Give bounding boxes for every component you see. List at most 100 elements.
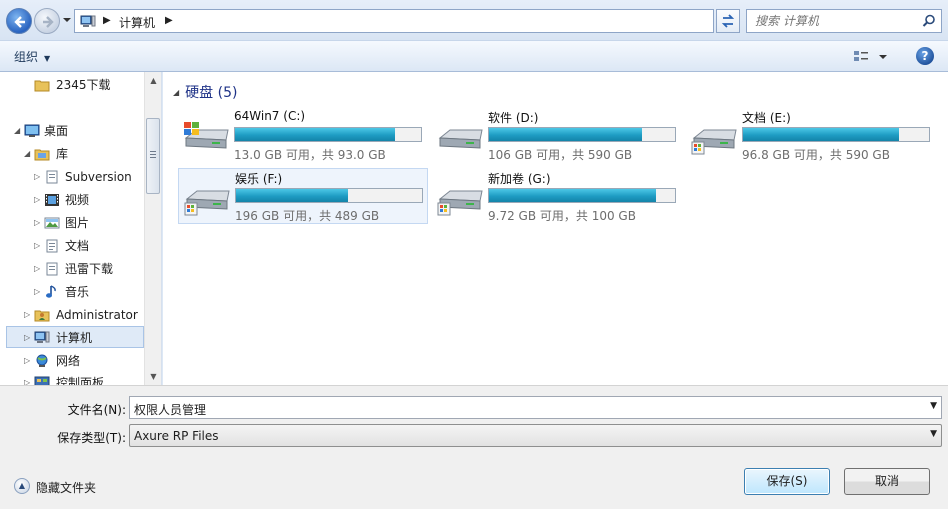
group-header-hard-drives[interactable]: ◢ 硬盘 (5): [173, 82, 237, 102]
collapse-group-icon[interactable]: ◢: [173, 88, 179, 97]
breadcrumb-separator-icon[interactable]: ▶: [103, 15, 111, 26]
search-input[interactable]: [755, 13, 915, 29]
computer-icon: [80, 15, 96, 27]
collapsed-arrow-icon[interactable]: ▷: [24, 304, 32, 326]
drive-usage-fill: [489, 189, 657, 202]
drive-usage-bar: [234, 127, 422, 142]
organize-menu-button[interactable]: 组织 ▼: [14, 48, 50, 65]
filename-field[interactable]: 权限人员管理 ▼: [129, 396, 942, 419]
save-options-panel: 文件名(N): 权限人员管理 ▼ 保存类型(T): Axure RP Files…: [0, 385, 948, 509]
address-bar[interactable]: ▶ 计算机 ▶: [74, 9, 714, 33]
hard-drive-icon: [691, 129, 737, 155]
scroll-up-icon[interactable]: ▲: [145, 72, 161, 89]
expanded-arrow-icon[interactable]: ◢: [24, 143, 32, 165]
tree-item-label: 计算机: [56, 331, 93, 345]
drive-name: 文档 (E:): [742, 111, 791, 125]
collapsed-arrow-icon[interactable]: ▷: [34, 258, 42, 280]
cancel-button[interactable]: 取消: [844, 468, 930, 495]
drive-usage-bar: [235, 188, 423, 203]
refresh-button[interactable]: [716, 9, 740, 33]
drive-usage-bar: [488, 188, 676, 203]
scroll-thumb[interactable]: [146, 118, 160, 194]
drive-name: 64Win7 (C:): [234, 109, 306, 123]
desktop-icon: [24, 124, 40, 137]
drive-usage-bar: [488, 127, 676, 142]
chevron-down-icon[interactable]: ▼: [930, 401, 937, 411]
tree-item-label: 网络: [56, 354, 81, 368]
search-box[interactable]: [746, 9, 942, 33]
tree-item-label: Subversion: [65, 170, 132, 184]
document-icon: [46, 239, 58, 253]
collapsed-arrow-icon[interactable]: ▷: [34, 281, 42, 303]
drive-usage-fill: [489, 128, 642, 141]
tree-item-label: 音乐: [65, 285, 90, 299]
filetype-select[interactable]: Axure RP Files ▼: [129, 424, 942, 447]
drive-item-g[interactable]: 新加卷 (G:) 9.72 GB 可用，共 100 GB: [432, 169, 682, 225]
collapsed-arrow-icon[interactable]: ▷: [34, 166, 42, 188]
drive-name: 软件 (D:): [488, 111, 539, 125]
tree-item-label: 库: [56, 147, 69, 161]
scroll-down-icon[interactable]: ▼: [145, 368, 161, 385]
tree-item-label: 图片: [65, 216, 90, 230]
drive-item-f[interactable]: 娱乐 (F:) 196 GB 可用，共 489 GB: [178, 168, 428, 224]
collapsed-arrow-icon[interactable]: ▷: [24, 327, 32, 349]
network-icon: [36, 354, 48, 367]
search-icon[interactable]: [922, 14, 936, 28]
chevron-down-icon: ▼: [44, 54, 51, 63]
control-panel-icon: [34, 376, 50, 385]
drive-item-e[interactable]: 文档 (E:) 96.8 GB 可用，共 590 GB: [686, 108, 936, 164]
back-button[interactable]: [6, 8, 32, 34]
collapsed-arrow-icon[interactable]: ▷: [34, 235, 42, 257]
document-library-icon: [46, 262, 58, 276]
windows-drive-icon: [184, 122, 229, 149]
arrow-left-icon: [14, 16, 25, 28]
computer-icon: [34, 331, 50, 343]
expanded-arrow-icon[interactable]: ◢: [14, 120, 22, 142]
change-view-button[interactable]: [852, 47, 892, 67]
document-library-icon: [46, 170, 58, 184]
tree-item-label: Administrator: [56, 308, 138, 322]
drive-usage-bar: [742, 127, 930, 142]
save-button[interactable]: 保存(S): [744, 468, 830, 495]
breadcrumb-computer[interactable]: 计算机: [119, 14, 155, 31]
drive-item-d[interactable]: 软件 (D:) 106 GB 可用，共 590 GB: [432, 108, 682, 164]
breadcrumb-separator-icon[interactable]: ▶: [165, 15, 173, 26]
drive-space-info: 13.0 GB 可用，共 93.0 GB: [234, 148, 386, 162]
filetype-label: 保存类型(T):: [57, 431, 126, 445]
video-icon: [45, 194, 59, 206]
chevron-down-icon[interactable]: ▼: [930, 429, 937, 439]
collapsed-arrow-icon[interactable]: ▷: [24, 350, 32, 372]
hard-drive-icon: [184, 190, 230, 216]
drive-space-info: 106 GB 可用，共 590 GB: [488, 148, 633, 162]
tree-item-label: 桌面: [44, 124, 69, 138]
drive-name: 新加卷 (G:): [488, 172, 551, 186]
tree-item-label: 视频: [65, 193, 90, 207]
library-icon: [34, 149, 50, 161]
collapsed-arrow-icon[interactable]: ▷: [34, 212, 42, 234]
forward-button[interactable]: [34, 8, 60, 34]
command-bar: 组织 ▼ ?: [0, 40, 948, 72]
nav-scrollbar[interactable]: ▲ ▼: [144, 72, 161, 385]
picture-icon: [44, 217, 60, 229]
drive-space-info: 196 GB 可用，共 489 GB: [235, 209, 380, 223]
group-header-label: 硬盘 (5): [185, 85, 238, 101]
tree-item-label: 2345下载: [56, 78, 111, 92]
tree-item-label: 文档: [65, 239, 90, 253]
collapsed-arrow-icon[interactable]: ▷: [34, 189, 42, 211]
history-dropdown-icon[interactable]: [62, 14, 72, 26]
collapsed-arrow-icon[interactable]: ▷: [24, 372, 32, 385]
grip-icon: [150, 151, 156, 152]
drive-item-c[interactable]: 64Win7 (C:) 13.0 GB 可用，共 93.0 GB: [178, 108, 428, 164]
help-button[interactable]: ?: [916, 47, 934, 65]
organize-label: 组织: [14, 50, 39, 64]
drive-space-info: 9.72 GB 可用，共 100 GB: [488, 209, 636, 223]
arrow-right-icon: [43, 16, 54, 28]
chevron-up-circle-icon[interactable]: ▲: [14, 478, 30, 494]
hard-drive-icon: [437, 190, 483, 216]
user-icon: [34, 310, 50, 322]
address-row: ▶ 计算机 ▶: [0, 0, 948, 40]
navigation-pane: 2345下载 ◢ 桌面 ◢ 库 ▷ Subversion ▷ 视频 ▷ 图片 ▷…: [0, 72, 162, 385]
filename-value[interactable]: 权限人员管理: [134, 401, 206, 418]
tree-item-label: 迅雷下载: [65, 262, 114, 276]
drive-name: 娱乐 (F:): [235, 172, 283, 186]
